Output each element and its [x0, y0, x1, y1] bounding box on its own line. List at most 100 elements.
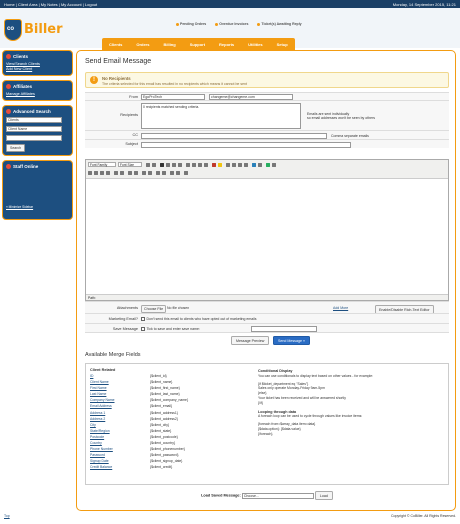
align-left-icon[interactable] [186, 162, 190, 167]
sidebar-staff-title: Staff Online [13, 164, 39, 169]
source-code-icon[interactable] [156, 171, 160, 175]
sidebar-link-add-client[interactable]: Add New Client [6, 67, 69, 72]
nav-support[interactable]: Support [183, 38, 212, 50]
align-justify-icon[interactable] [204, 162, 208, 167]
preview-icon[interactable] [176, 171, 180, 175]
bold-icon[interactable] [160, 162, 164, 167]
search-button[interactable]: Search [6, 144, 26, 152]
outdent-icon[interactable] [238, 162, 242, 167]
nav-utilities[interactable]: Utilities [241, 38, 269, 50]
link-icon[interactable] [252, 162, 256, 167]
search-type-select[interactable]: Clients [6, 117, 62, 123]
recipients-note-2: so email addresses won't be seen by othe… [307, 116, 375, 120]
paste-text-icon[interactable] [106, 171, 110, 175]
redo-icon[interactable] [152, 162, 156, 167]
font-family-select[interactable]: Font Family [88, 162, 116, 167]
top-link-my-notes[interactable]: My Notes [41, 2, 58, 7]
send-message-button[interactable]: Send Message » [273, 336, 310, 345]
sidebar-link-manage-affiliates[interactable]: Manage Affiliates [6, 92, 69, 97]
recipients-row: Recipients 0 recipients matched sending … [85, 100, 449, 130]
sidebar-affiliates: Affiliates Manage Affiliates [2, 80, 73, 101]
save-message-checkbox[interactable] [141, 327, 145, 331]
copy-icon[interactable] [94, 171, 98, 175]
minimize-sidebar-link[interactable]: « Minimize Sidebar [6, 205, 69, 209]
notice-tickets[interactable]: Ticket(s) Awaiting Reply [257, 22, 302, 26]
top-link-home[interactable]: Home [4, 2, 15, 7]
highlight-color-icon[interactable] [218, 162, 222, 167]
numbered-list-icon[interactable] [232, 162, 236, 167]
sidebar-advanced-search: Advanced Search Clients Client Name Sear… [2, 105, 73, 156]
print-icon[interactable] [170, 171, 174, 175]
subject-input[interactable] [141, 141, 351, 148]
cc-note: Comma separate emails [331, 133, 369, 138]
find-icon[interactable] [114, 171, 118, 175]
date-display: Monday, 14 September 2015, 11:21 [392, 1, 456, 7]
recipients-box[interactable]: 0 recipients matched sending criteria. [141, 103, 301, 129]
subscript-icon[interactable] [134, 171, 138, 175]
page-title: Send Email Message [85, 58, 152, 65]
cc-row: CC Comma separate emails [85, 130, 449, 139]
strikethrough-icon[interactable] [178, 162, 182, 167]
notices: Pending Orders Overdue Invoices Ticket(s… [176, 22, 310, 26]
editor-toolbar: Font Family Font Size [86, 160, 448, 179]
help-icon[interactable] [184, 171, 188, 175]
editor-path: Path: [86, 294, 448, 300]
align-right-icon[interactable] [198, 162, 202, 167]
sidebar: Clients View/Search Clients Add New Clie… [2, 50, 73, 224]
sidebar-clients: Clients View/Search Clients Add New Clie… [2, 50, 73, 76]
logo[interactable]: co Biller [4, 19, 63, 41]
load-button[interactable]: Load [314, 491, 333, 500]
unlink-icon[interactable] [258, 162, 262, 167]
from-row: From EgoProTech changeme@changeme.com [85, 92, 449, 100]
cc-input[interactable] [141, 132, 327, 139]
italic-icon[interactable] [166, 162, 170, 167]
underline-icon[interactable] [172, 162, 176, 167]
nav-billing[interactable]: Billing [156, 38, 182, 50]
notice-overdue-invoices[interactable]: Overdue Invoices [215, 22, 248, 26]
load-saved-select[interactable]: Choose... [241, 492, 314, 499]
superscript-icon[interactable] [128, 171, 132, 175]
message-editor[interactable]: Font Family Font Size Path: [85, 159, 449, 301]
nav-orders[interactable]: Orders [129, 38, 156, 50]
add-more-link[interactable]: Add More [333, 306, 348, 310]
merge-field-name[interactable]: Credit Balance [90, 464, 150, 470]
search-field-select[interactable]: Client Name [6, 126, 62, 132]
header: co Biller Pending Orders Overdue Invoice… [0, 8, 460, 50]
message-preview-button[interactable]: Message Preview [231, 336, 270, 345]
loop-line: {/foreach} [258, 431, 273, 436]
nav-clients[interactable]: Clients [102, 38, 129, 50]
indent-icon[interactable] [244, 162, 248, 167]
marketing-checkbox[interactable] [141, 317, 145, 321]
affiliates-icon [6, 84, 11, 89]
replace-icon[interactable] [120, 171, 124, 175]
nav-reports[interactable]: Reports [212, 38, 241, 50]
sidebar-affiliates-title: Affiliates [13, 84, 33, 89]
table-icon[interactable] [272, 162, 276, 167]
image-icon[interactable] [266, 162, 270, 167]
top-link[interactable]: Top [4, 514, 10, 518]
recipients-label: Recipients [120, 113, 138, 117]
nav-setup[interactable]: Setup [270, 38, 295, 50]
top-link-my-account[interactable]: My Account [61, 2, 82, 7]
cut-icon[interactable] [88, 171, 92, 175]
alert-message: The criteria selected for this email has… [102, 82, 247, 86]
special-char-icon[interactable] [148, 171, 152, 175]
top-bar: Home | Client Area | My Notes | My Accou… [0, 0, 460, 8]
fullscreen-icon[interactable] [162, 171, 166, 175]
save-name-input[interactable] [251, 326, 317, 332]
top-link-client-area[interactable]: Client Area [18, 2, 38, 7]
undo-icon[interactable] [146, 162, 150, 167]
attachments-label: Attachments [116, 306, 138, 310]
paste-icon[interactable] [100, 171, 104, 175]
bullet-list-icon[interactable] [226, 162, 230, 167]
font-size-select[interactable]: Font Size [118, 162, 142, 167]
notice-pending-orders[interactable]: Pending Orders [176, 22, 206, 26]
choose-file-button[interactable]: Choose File [141, 304, 167, 313]
top-link-logout[interactable]: Logout [85, 2, 97, 7]
align-center-icon[interactable] [192, 162, 196, 167]
save-message-text: Tick to save and enter save name: [146, 327, 200, 331]
search-input[interactable] [6, 135, 62, 141]
horizontal-rule-icon[interactable] [142, 171, 146, 175]
sidebar-clients-title: Clients [13, 54, 29, 59]
text-color-icon[interactable] [212, 162, 216, 167]
